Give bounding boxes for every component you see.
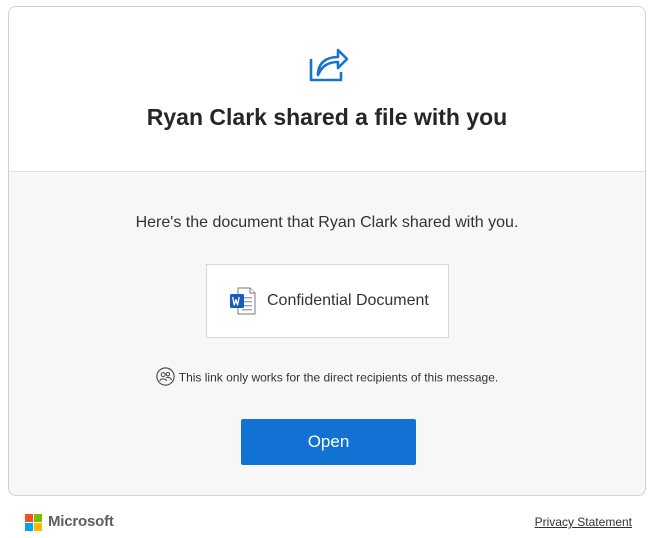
word-document-icon — [230, 287, 256, 315]
share-arrow-icon — [309, 48, 349, 82]
people-icon — [156, 367, 175, 386]
recipient-notice: This link only works for the direct reci… — [9, 367, 645, 387]
notice-text: This link only works for the direct reci… — [178, 370, 499, 385]
share-notification-card: Ryan Clark shared a file with you Here's… — [8, 6, 646, 496]
share-message: Here's the document that Ryan Clark shar… — [135, 214, 519, 231]
document-link[interactable]: Confidential Document — [206, 264, 449, 338]
open-button[interactable]: Open — [241, 419, 416, 465]
card-header: Ryan Clark shared a file with you — [9, 7, 645, 172]
brand-name: Microsoft — [48, 513, 114, 530]
microsoft-logo-icon — [25, 514, 42, 531]
privacy-statement-link[interactable]: Privacy Statement — [535, 515, 632, 529]
document-name: Confidential Document — [267, 292, 429, 309]
page-title: Ryan Clark shared a file with you — [146, 104, 508, 130]
